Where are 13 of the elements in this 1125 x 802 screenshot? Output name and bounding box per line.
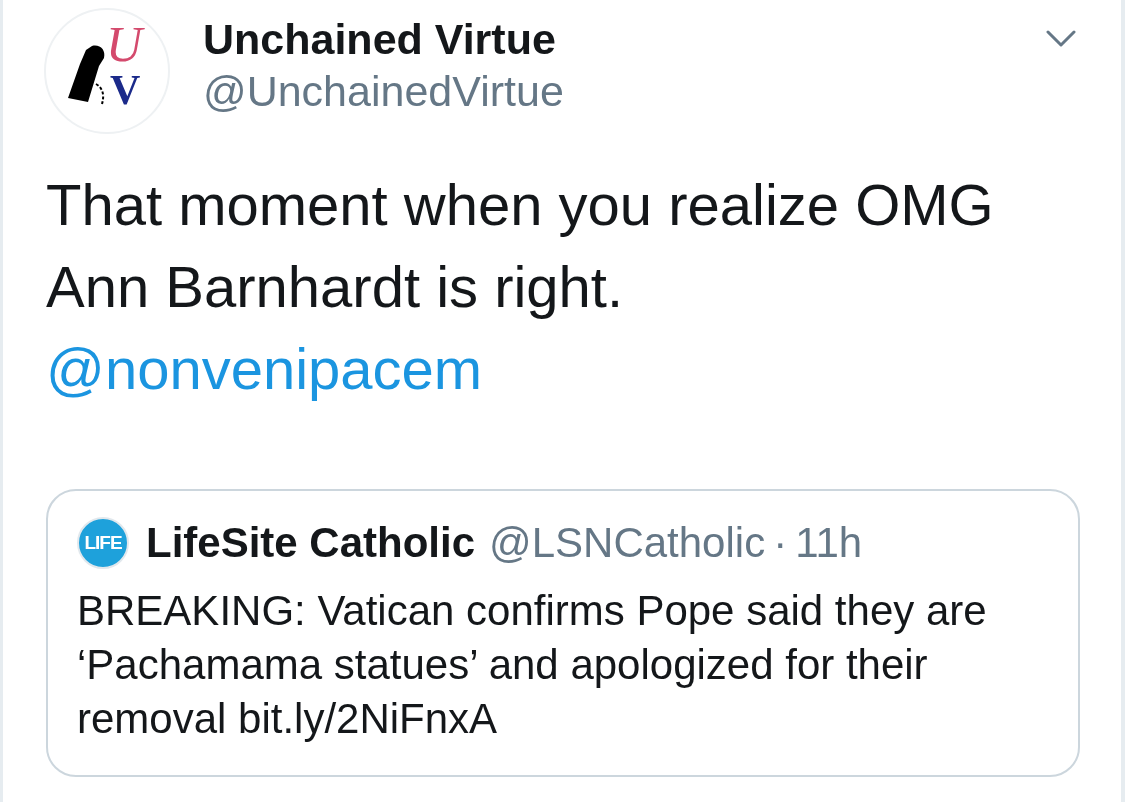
- quoted-tweet-text: BREAKING: Vatican confirms Pope said they are ‘Pachamama statues’ and apologized for their removal bit.ly/2NiFnxA: [77, 586, 988, 744]
- chevron-down-icon: [1046, 30, 1076, 48]
- avatar[interactable]: U V: [44, 8, 170, 134]
- quoted-author-handle: @LSNCatholic: [489, 518, 766, 568]
- author-name[interactable]: Unchained Virtue: [203, 14, 564, 64]
- separator-dot: ·: [773, 518, 788, 568]
- monogram-letter: U: [106, 18, 143, 70]
- timestamp: 11h: [795, 518, 863, 568]
- tweet-text: That moment when you realize OMG Ann Barnhardt is right.: [46, 171, 995, 321]
- monogram-letter: V: [110, 68, 141, 112]
- quoted-author-name: LifeSite Catholic: [146, 518, 476, 568]
- author-handle[interactable]: @UnchainedVirtue: [203, 66, 564, 116]
- quoted-tweet-card[interactable]: LIFE LifeSite Catholic @LSNCatholic · 11h BREAKING: Vatican confirms Pope said they are ‘Pachamama statues’ and apologized for their removal bit.ly/2NiFnxA: [46, 489, 1080, 777]
